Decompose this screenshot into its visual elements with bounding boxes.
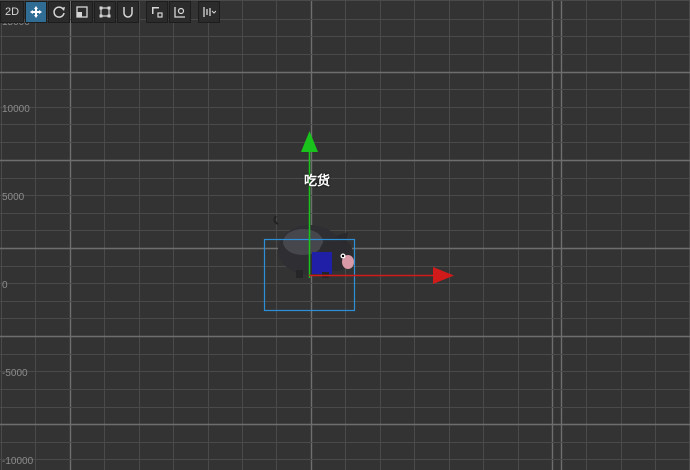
local-coord-icon [174,7,185,18]
scale-tool-button[interactable] [71,1,93,23]
snap-tool-button[interactable] [117,1,139,23]
rect-icon [99,6,111,18]
coord-tool-button[interactable] [169,1,191,23]
mode-2d-button[interactable]: 2D [0,1,24,23]
rotate-icon [53,6,65,18]
node-name-label: 吃货 [303,174,331,189]
align-tool-button[interactable] [198,1,220,23]
scale-icon [76,6,88,18]
selected-node[interactable] [0,0,690,470]
rect-tool-button[interactable] [94,1,116,23]
align-icon [203,7,216,17]
scene-viewport[interactable]: 15000 10000 5000 0 -5000 -10000 [0,0,690,470]
scene-toolbar: 2D [0,0,221,24]
magnet-icon [123,7,133,18]
move-tool-button[interactable] [25,1,47,23]
pivot-icon [152,7,163,18]
rotate-tool-button[interactable] [48,1,70,23]
pivot-tool-button[interactable] [146,1,168,23]
move-icon [30,6,42,18]
pig-sprite[interactable] [273,215,354,278]
